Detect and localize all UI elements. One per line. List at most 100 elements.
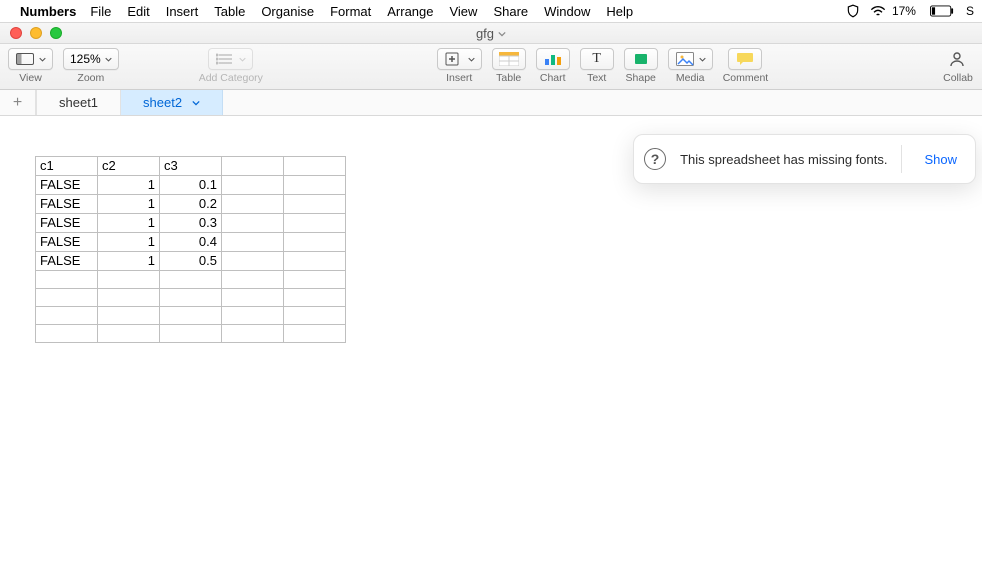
sheet-canvas[interactable]: c1c2c3FALSE10.1FALSE10.2FALSE10.3FALSE10… [0,116,982,575]
table-cell[interactable] [284,252,346,271]
table-cell[interactable] [222,252,284,271]
media-button[interactable] [668,48,713,70]
table-cell[interactable] [284,214,346,233]
table-cell[interactable]: FALSE [36,252,98,271]
battery-status-icon[interactable] [930,5,954,17]
zoom-button[interactable]: 125% [63,48,119,70]
tool-group-text: T Text [580,48,614,84]
table-cell[interactable] [98,307,160,325]
document-title[interactable]: gfg [0,26,982,41]
help-icon[interactable]: ? [644,148,666,170]
wifi-status-icon[interactable] [870,5,886,17]
table-cell[interactable]: FALSE [36,214,98,233]
table-header-cell[interactable] [222,157,284,176]
menu-item-window[interactable]: Window [544,4,590,19]
table-cell[interactable] [222,307,284,325]
table-cell[interactable]: 1 [98,252,160,271]
chart-icon [543,51,563,67]
table-cell[interactable] [284,325,346,343]
table-cell[interactable]: 1 [98,176,160,195]
menu-item-organise[interactable]: Organise [261,4,314,19]
notice-divider [901,145,902,173]
table-cell[interactable] [222,233,284,252]
table-cell[interactable] [222,214,284,233]
table-cell[interactable] [160,271,222,289]
table-cell[interactable] [222,271,284,289]
zoom-value: 125% [70,52,101,66]
chart-button[interactable] [536,48,570,70]
tool-group-media: Media [668,48,713,84]
menu-item-table[interactable]: Table [214,4,245,19]
table-cell[interactable]: 1 [98,233,160,252]
table-cell[interactable]: FALSE [36,195,98,214]
table-cell[interactable] [284,176,346,195]
window-zoom-button[interactable] [50,27,62,39]
table-cell[interactable]: FALSE [36,233,98,252]
tool-group-zoom: 125% Zoom [63,48,119,84]
table-cell[interactable] [98,289,160,307]
table-cell[interactable]: 0.1 [160,176,222,195]
table-cell[interactable] [98,325,160,343]
menu-item-help[interactable]: Help [606,4,633,19]
table-cell[interactable]: 0.2 [160,195,222,214]
menu-item-format[interactable]: Format [330,4,371,19]
comment-button[interactable] [728,48,762,70]
menu-item-share[interactable]: Share [493,4,528,19]
table-cell[interactable] [284,289,346,307]
table-header-cell[interactable]: c2 [98,157,160,176]
table-cell[interactable] [284,195,346,214]
menu-item-insert[interactable]: Insert [166,4,199,19]
chevron-down-icon[interactable] [192,95,200,110]
table-cell[interactable]: FALSE [36,176,98,195]
table-cell[interactable]: 1 [98,214,160,233]
window-minimize-button[interactable] [30,27,42,39]
shield-status-icon[interactable] [846,4,860,18]
notice-show-button[interactable]: Show [916,152,965,167]
sheet-tab-sheet2[interactable]: sheet2 [121,90,223,115]
add-category-button[interactable] [208,48,253,70]
view-button[interactable] [8,48,53,70]
table-cell[interactable] [36,289,98,307]
menu-item-edit[interactable]: Edit [127,4,149,19]
table-cell[interactable]: 1 [98,195,160,214]
table-cell[interactable] [160,289,222,307]
chevron-down-icon [105,56,112,63]
table-cell[interactable] [36,325,98,343]
app-name-menu[interactable]: Numbers [20,4,76,19]
table-cell[interactable]: 0.4 [160,233,222,252]
menu-item-arrange[interactable]: Arrange [387,4,433,19]
table-cell[interactable] [160,307,222,325]
spreadsheet-table[interactable]: c1c2c3FALSE10.1FALSE10.2FALSE10.3FALSE10… [35,156,346,343]
notice-message: This spreadsheet has missing fonts. [680,152,887,167]
text-button[interactable]: T [580,48,614,70]
missing-fonts-notice: ? This spreadsheet has missing fonts. Sh… [633,134,976,184]
collaborate-button[interactable] [942,48,974,70]
table-cell[interactable] [36,307,98,325]
table-row [36,307,346,325]
menu-item-file[interactable]: File [90,4,111,19]
shape-button[interactable] [624,48,658,70]
table-cell[interactable] [160,325,222,343]
table-cell[interactable] [284,233,346,252]
sheet-tab-sheet1[interactable]: sheet1 [37,90,121,115]
menu-item-view[interactable]: View [449,4,477,19]
insert-button[interactable] [437,48,482,70]
table-row [36,289,346,307]
table-cell[interactable] [284,307,346,325]
table-cell[interactable] [222,195,284,214]
table-cell[interactable]: 0.3 [160,214,222,233]
table-cell[interactable] [36,271,98,289]
table-cell[interactable]: 0.5 [160,252,222,271]
window-close-button[interactable] [10,27,22,39]
table-cell[interactable] [98,271,160,289]
table-cell[interactable] [222,325,284,343]
table-button[interactable] [492,48,526,70]
table-header-cell[interactable] [284,157,346,176]
table-cell[interactable] [222,176,284,195]
view-label: View [19,72,42,84]
table-header-cell[interactable]: c1 [36,157,98,176]
table-cell[interactable] [284,271,346,289]
table-cell[interactable] [222,289,284,307]
add-sheet-button[interactable]: + [0,90,36,115]
table-header-cell[interactable]: c3 [160,157,222,176]
